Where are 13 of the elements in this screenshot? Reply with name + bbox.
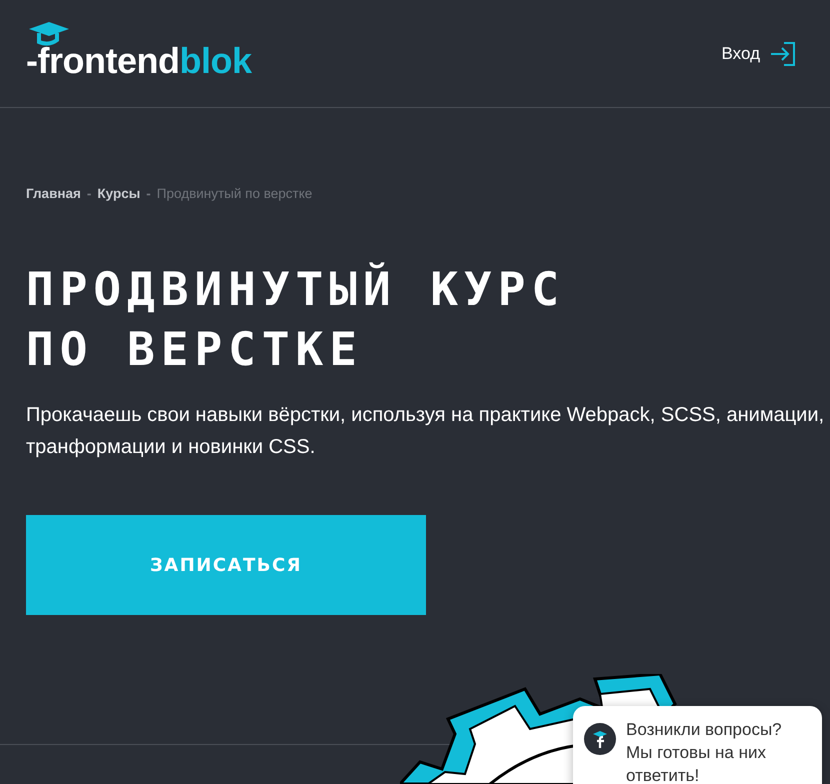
logo-avatar-icon xyxy=(583,722,617,756)
breadcrumb-separator: - xyxy=(86,186,92,201)
course-description: Прокачаешь свои навыки вёрстки, используя на практике Webpack, SCSS, анимации, транформации и новинки CSS. xyxy=(26,403,826,460)
breadcrumb-separator: - xyxy=(146,186,151,201)
logo[interactable]: -frontendblok xyxy=(26,26,252,82)
breadcrumb-link[interactable]: Главная xyxy=(26,186,81,201)
chat-popup[interactable]: Возникли вопросы? Мы готовы на них ответить! xyxy=(573,706,822,784)
chat-message: Возникли вопросы? Мы готовы на них ответить! xyxy=(626,719,783,784)
login-icon xyxy=(770,40,796,66)
course-title: ПРОДВИНУТЫЙ КУРС xyxy=(26,261,566,318)
course-title: ПО ВЕРСТКЕ xyxy=(26,321,363,378)
breadcrumb-link[interactable]: Курсы xyxy=(97,186,140,201)
login-link[interactable]: Вход xyxy=(722,40,796,66)
